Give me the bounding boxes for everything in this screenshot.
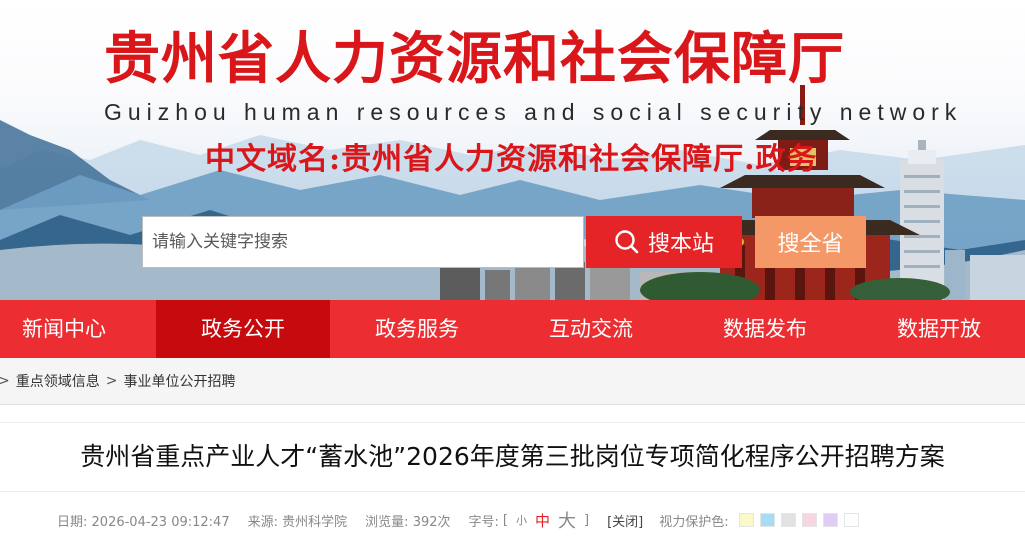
article-views: 浏览量: 392次 [365,511,450,530]
nav-item-open-data[interactable]: 数据开放 [852,300,1025,358]
views-value: 392次 [412,514,451,530]
eye-care-swatch-purple[interactable] [822,513,838,527]
article-title: 贵州省重点产业人才“蓄水池”2026年度第三批岗位专项简化程序公开招聘方案 [80,442,945,471]
site-domain-name: 中文域名:贵州省人力资源和社会保障厅.政务 [205,142,818,177]
font-size-label: 字号: [468,514,499,530]
font-size-control: 字号: [ 小 中 大 ] [469,507,594,533]
font-size-medium-button[interactable]: 中 [535,510,550,531]
eye-care-swatch-white[interactable] [843,513,859,527]
eye-care-label: 视力保护色: [659,514,729,530]
breadcrumb-item-public-recruitment[interactable]: 事业单位公开招聘 [123,371,235,391]
eye-care-swatch-blue[interactable] [759,513,775,527]
breadcrumb-separator: > [0,373,10,389]
search-icon [615,230,639,254]
eye-care-swatches [738,513,859,527]
date-label: 日期: [57,514,88,530]
article-header: 贵州省重点产业人才“蓄水池”2026年度第三批岗位专项简化程序公开招聘方案 [0,422,1025,492]
source-label: 来源: [247,514,278,530]
search-province-button[interactable]: 搜全省 [755,216,866,268]
article-date: 日期: 2026-04-23 09:12:47 [57,511,230,530]
font-size-small-button[interactable]: 小 [516,512,527,528]
source-value: 贵州科学院 [282,514,348,530]
search-box [142,216,584,268]
font-size-bracket-close: ] [584,512,590,528]
eye-care-swatch-gray[interactable] [780,513,796,527]
nav-item-government-affairs-disclosure[interactable]: 政务公开 [156,300,330,358]
font-size-large-button[interactable]: 大 [558,507,576,533]
search-site-label: 搜本站 [647,232,714,257]
breadcrumb-item-key-areas[interactable]: 重点领域信息 [16,371,100,391]
site-banner: 贵州省人力资源和社会保障厅 Guizhou human resources an… [0,0,1025,300]
site-subtitle-english: Guizhou human resources and social secur… [104,99,963,125]
date-value: 2026-04-23 09:12:47 [91,514,230,530]
eye-care-swatch-yellow[interactable] [738,513,754,527]
views-label: 浏览量: [365,514,409,530]
article-source: 来源: 贵州科学院 [248,511,348,530]
search-site-button[interactable]: 搜本站 [586,216,742,268]
nav-item-news-center[interactable]: 新闻中心 [0,300,156,358]
main-nav: 新闻中心 政务公开 政务服务 互动交流 数据发布 数据开放 [0,300,1025,358]
nav-item-interaction[interactable]: 互动交流 [504,300,678,358]
article-meta: 日期: 2026-04-23 09:12:47 来源: 贵州科学院 浏览量: 3… [57,507,859,533]
site-title: 贵州省人力资源和社会保障厅 [104,26,845,92]
font-size-bracket-open: [ [502,512,508,528]
breadcrumb-separator: > [105,373,118,389]
nav-item-data-release[interactable]: 数据发布 [678,300,852,358]
nav-item-government-services[interactable]: 政务服务 [330,300,504,358]
breadcrumb: > 重点领域信息 > 事业单位公开招聘 [0,358,1025,405]
search-province-label: 搜全省 [777,232,844,257]
close-button[interactable]: [关闭] [607,511,643,530]
search-input[interactable] [143,217,583,267]
eye-care-swatch-pink[interactable] [801,513,817,527]
